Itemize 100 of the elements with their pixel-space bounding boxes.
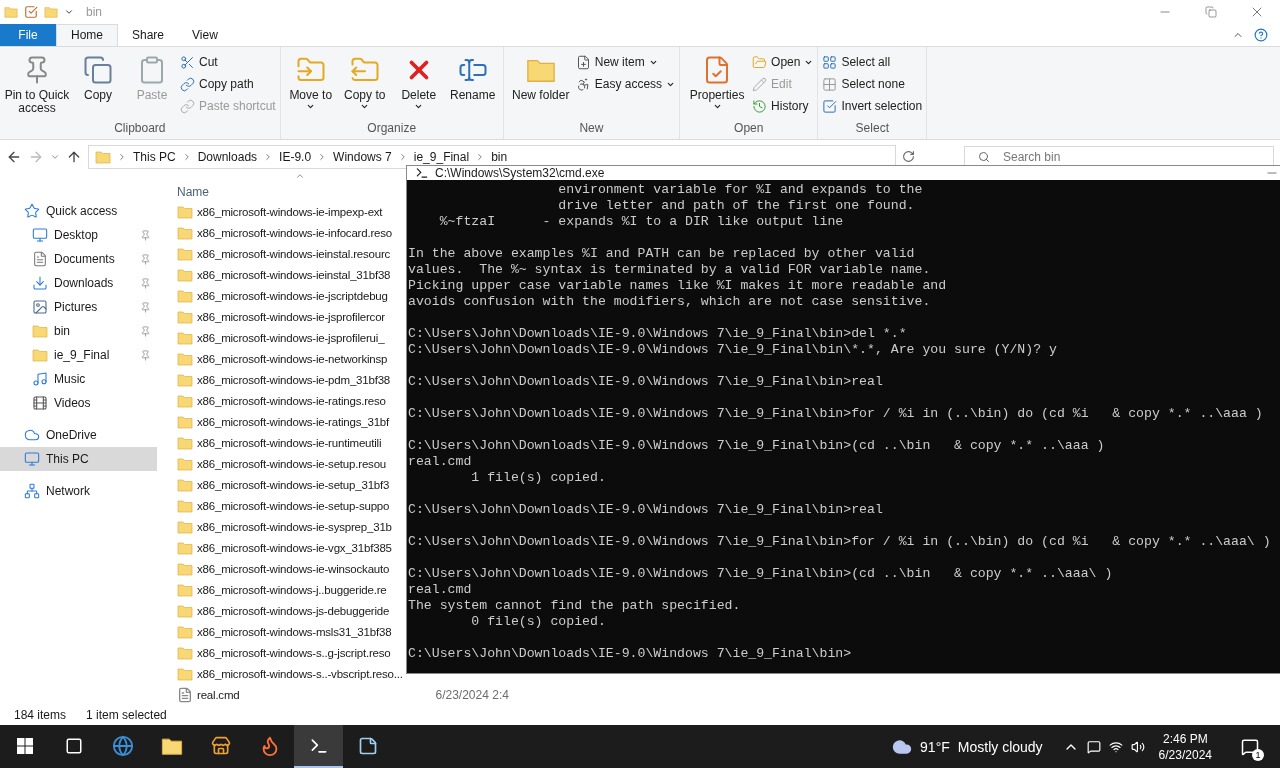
file-name[interactable]: x86_microsoft-windows-s..g-jscript.reso: [197, 646, 391, 659]
folder-icon: [177, 518, 193, 535]
file-date: 6/23/2024 2:4: [435, 687, 509, 702]
ribbon-button[interactable]: Invert selection: [822, 96, 923, 116]
file-name[interactable]: real.cmd: [197, 688, 240, 701]
nav-item[interactable]: Music: [0, 367, 157, 392]
file-name[interactable]: x86_microsoft-windows-ie-impexp-ext: [197, 205, 383, 218]
nav-item[interactable]: OneDrive: [0, 423, 157, 448]
ribbon-button[interactable]: Select none: [822, 74, 923, 94]
ribbon-button[interactable]: Copy path: [180, 74, 276, 94]
folder-icon: [95, 148, 111, 165]
column-header[interactable]: Name: [177, 185, 209, 200]
file-name[interactable]: x86_microsoft-windows-ie-setup-suppo: [197, 499, 390, 512]
nav-item[interactable]: ie_9_Final: [0, 343, 157, 368]
file-name[interactable]: x86_microsoft-windows-s..-vbscript.reso...: [197, 667, 403, 680]
console-line: environment variable for %I and expands to the: [557, 182, 924, 198]
weather-text[interactable]: Mostly cloudy: [957, 738, 1043, 755]
console-line: %~ftzaI - expands %I to a DIR like output line: [438, 214, 845, 230]
refresh-icon[interactable]: [902, 150, 915, 164]
ribbon-tab[interactable]: View: [178, 24, 232, 46]
file-name[interactable]: x86_microsoft-windows-ie-setup_31bf3: [197, 478, 390, 491]
volume-icon[interactable]: [1130, 739, 1145, 754]
file-name[interactable]: x86_microsoft-windows-ie-jsprofilercor: [197, 310, 385, 323]
ribbon-button[interactable]: Copy: [72, 50, 124, 119]
nav-item[interactable]: Desktop: [0, 223, 157, 248]
clock[interactable]: 2:46 PM 6/23/2024: [1158, 730, 1212, 763]
new-item-icon: [575, 54, 591, 70]
computer-icon: [24, 451, 40, 468]
notification-icon[interactable]: [1241, 737, 1259, 756]
console-line: Picking upper case variable names like %I makes it more readable and: [408, 278, 948, 294]
file-menu-tab[interactable]: File: [0, 24, 56, 46]
file-name[interactable]: x86_microsoft-windows-js-debuggeride: [197, 604, 390, 617]
ribbon-button[interactable]: Cut: [180, 52, 276, 72]
file-name[interactable]: x86_microsoft-windows-ie-ratings.reso: [197, 394, 386, 407]
file-name[interactable]: x86_microsoft-windows-j..buggeride.re: [197, 583, 387, 596]
ribbon-button[interactable]: Easy access: [575, 74, 676, 94]
ribbon-button[interactable]: Select all: [822, 52, 923, 72]
nav-item[interactable]: Pictures: [0, 295, 157, 320]
ribbon-button[interactable]: Open: [752, 52, 814, 72]
folder-icon: [177, 392, 193, 409]
taskbar-app[interactable]: [294, 725, 343, 768]
file-name[interactable]: x86_microsoft-windows-ie-vgx_31bf385: [197, 541, 392, 554]
file-name[interactable]: x86_microsoft-windows-ie-setup.resou: [197, 457, 387, 470]
nav-item[interactable]: Quick access: [0, 199, 157, 224]
ribbon-button[interactable]: New item: [575, 52, 676, 72]
ribbon-tab[interactable]: Home: [56, 24, 118, 46]
help-icon[interactable]: [1254, 27, 1268, 42]
properties-icon[interactable]: [24, 5, 38, 19]
ribbon-button[interactable]: Copy to: [338, 50, 391, 119]
ribbon-button[interactable]: History: [752, 96, 814, 116]
file-name[interactable]: x86_microsoft-windows-ie-pdm_31bf38: [197, 373, 391, 386]
invert-selection-icon: [822, 98, 838, 114]
file-name[interactable]: x86_microsoft-windows-ie-runtimeutili: [197, 436, 382, 449]
folder-icon: [177, 560, 193, 577]
ribbon-button[interactable]: Properties: [684, 50, 751, 119]
file-name[interactable]: x86_microsoft-windows-ie-jscriptdebug: [197, 289, 388, 302]
select-none-icon: [822, 76, 838, 92]
nav-item[interactable]: Downloads: [0, 271, 157, 296]
breadcrumb[interactable]: bin: [491, 149, 508, 164]
breadcrumb[interactable]: IE-9.0: [279, 149, 312, 164]
file-name[interactable]: x86_microsoft-windows-ieinstal_31bf38: [197, 268, 391, 281]
folder-icon: [177, 476, 193, 493]
ribbon-button[interactable]: Rename: [446, 50, 499, 119]
breadcrumb[interactable]: This PC: [133, 149, 176, 164]
network-icon[interactable]: [1108, 739, 1123, 754]
file-name[interactable]: x86_microsoft-windows-ie-jsprofilerui_: [197, 331, 385, 344]
nav-item[interactable]: Videos: [0, 391, 157, 416]
file-name[interactable]: x86_microsoft-windows-ie-networkinsp: [197, 352, 388, 365]
file-name[interactable]: x86_microsoft-windows-ie-ratings_31bf: [197, 415, 390, 428]
folder-icon: [177, 371, 193, 388]
file-name[interactable]: x86_microsoft-windows-ie-sysprep_31b: [197, 520, 392, 533]
file-name[interactable]: x86_microsoft-windows-ie-infocard.reso: [197, 226, 392, 239]
breadcrumb[interactable]: Windows 7: [333, 149, 392, 164]
ribbon-tab[interactable]: Share: [118, 24, 179, 46]
file-name[interactable]: x86_microsoft-windows-msls31_31bf38: [197, 625, 392, 638]
console-line: 0 file(s) copied.: [470, 614, 607, 630]
nav-item[interactable]: Network: [0, 479, 157, 504]
group-label: New: [578, 119, 605, 137]
breadcrumb[interactable]: Downloads: [197, 149, 258, 164]
group-label: Select: [854, 119, 890, 137]
ribbon-button[interactable]: Delete: [392, 50, 445, 119]
group-label: Open: [733, 119, 765, 137]
nav-item[interactable]: This PC: [0, 447, 157, 472]
ribbon-button[interactable]: New folder: [507, 50, 574, 119]
ribbon-button[interactable]: Pin to Quick access: [4, 50, 70, 119]
caret-icon[interactable]: [64, 7, 74, 17]
file-name[interactable]: x86_microsoft-windows-ieinstal.resourc: [197, 247, 391, 260]
breadcrumb[interactable]: ie_9_Final: [413, 149, 470, 164]
console-line: C:\Users\John\Downloads\IE-9.0\Windows 7\ie_9_Final\bin>for / %i in (..\bin) do (cd %i & copy *.* ..\aaa ): [408, 406, 1264, 422]
folder-icon: [32, 347, 48, 364]
ribbon-button[interactable]: Move to: [284, 50, 337, 119]
temperature[interactable]: 91°F: [920, 738, 950, 755]
folder-icon: [177, 203, 193, 220]
link-icon: [180, 76, 195, 92]
copy-icon: [83, 54, 113, 85]
select-all-icon: [822, 54, 838, 70]
file-name[interactable]: x86_microsoft-windows-ie-winsockauto: [197, 562, 390, 575]
nav-item[interactable]: Documents: [0, 247, 157, 272]
nav-item[interactable]: bin: [0, 319, 157, 344]
search-field[interactable]: Search bin: [964, 145, 1274, 168]
